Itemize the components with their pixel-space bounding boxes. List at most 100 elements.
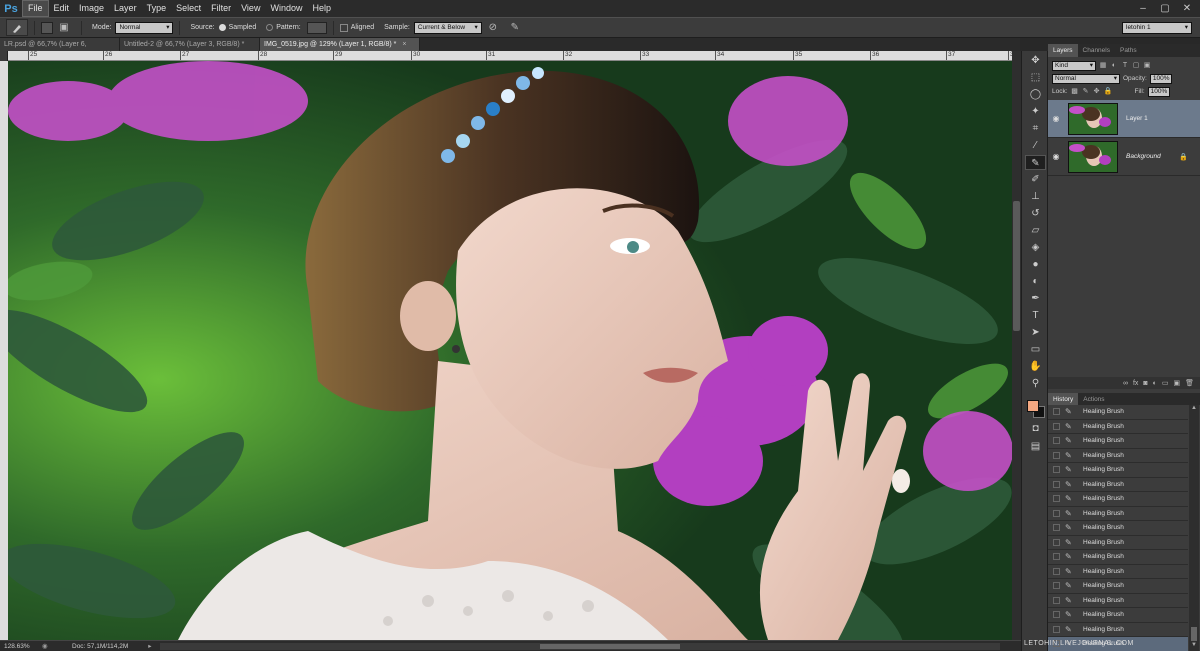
type-tool-icon[interactable]: T: [1025, 308, 1046, 323]
history-item[interactable]: ✎ Healing Brush: [1048, 463, 1188, 478]
history-item[interactable]: ✎ Healing Brush: [1048, 448, 1188, 463]
menu-type[interactable]: Type: [142, 0, 172, 17]
tab-lr-psd[interactable]: LR.psd @ 66,7% (Layer 6, RGB/8): [0, 38, 120, 61]
tab-layers[interactable]: Layers: [1048, 44, 1078, 57]
brush-size-picker[interactable]: [41, 21, 53, 34]
history-brush-source-checkbox[interactable]: [1053, 466, 1060, 474]
history-item[interactable]: ✎ Healing Brush: [1048, 564, 1188, 579]
filter-kind-select[interactable]: Kind ▾: [1052, 60, 1096, 71]
close-icon[interactable]: ×: [402, 38, 406, 51]
dodge-tool-icon[interactable]: ◐: [1025, 274, 1046, 289]
maximize-button[interactable]: ▢: [1158, 3, 1172, 15]
document-canvas[interactable]: [8, 61, 1012, 640]
visibility-eye-icon[interactable]: ◉: [1048, 114, 1064, 123]
history-brush-source-checkbox[interactable]: [1053, 437, 1060, 445]
foreground-color-swatch[interactable]: [1027, 400, 1039, 412]
paint-bucket-tool-icon[interactable]: ◈: [1025, 240, 1046, 255]
menu-select[interactable]: Select: [171, 0, 206, 17]
workspace-select[interactable]: letohin 1 ▾: [1122, 21, 1192, 34]
blur-tool-icon[interactable]: ●: [1025, 257, 1046, 272]
history-item[interactable]: ✎ Healing Brush: [1048, 579, 1188, 594]
canvas-vertical-scrollbar[interactable]: [1012, 51, 1021, 640]
close-button[interactable]: ✕: [1180, 3, 1194, 15]
history-brush-source-checkbox[interactable]: [1053, 582, 1060, 590]
zoom-level[interactable]: 128.63%: [4, 643, 42, 650]
tab-img-0519[interactable]: IMG_0519.jpg @ 129% (Layer 1, RGB/8) * ×: [260, 38, 420, 51]
eyedropper-tool-icon[interactable]: ⁄: [1025, 138, 1046, 153]
history-brush-source-checkbox[interactable]: [1053, 495, 1060, 503]
tab-untitled-2[interactable]: Untitled-2 @ 66,7% (Layer 3, RGB/8) *: [120, 38, 260, 51]
type-filter-icon[interactable]: T: [1121, 62, 1129, 70]
history-brush-tool-icon[interactable]: ↺: [1025, 206, 1046, 221]
layer-row-layer-1[interactable]: ◉ Layer 1: [1048, 100, 1200, 138]
sampled-radio[interactable]: [218, 24, 226, 31]
pressure-size-icon[interactable]: ✎: [508, 21, 522, 35]
quick-select-tool-icon[interactable]: ✦: [1025, 104, 1046, 119]
history-item[interactable]: ✎ Healing Brush: [1048, 492, 1188, 507]
lock-all-icon[interactable]: 🔒: [1104, 88, 1113, 96]
history-brush-source-checkbox[interactable]: [1053, 480, 1060, 488]
menu-window[interactable]: Window: [265, 0, 307, 17]
history-scrollbar[interactable]: ▲ ▼: [1189, 405, 1199, 651]
history-brush-source-checkbox[interactable]: [1053, 625, 1060, 633]
history-item[interactable]: ✎ Healing Brush: [1048, 521, 1188, 536]
blend-mode-select[interactable]: Normal ▾: [1052, 73, 1120, 84]
tab-channels[interactable]: Channels: [1078, 44, 1115, 57]
move-tool-icon[interactable]: ✥: [1025, 53, 1046, 68]
smart-object-filter-icon[interactable]: ▣: [1143, 62, 1151, 70]
tab-history[interactable]: History: [1048, 393, 1079, 405]
minimize-button[interactable]: –: [1136, 3, 1150, 15]
history-item[interactable]: ✎ Healing Brush: [1048, 608, 1188, 623]
history-item[interactable]: ✎ Healing Brush: [1048, 622, 1188, 637]
history-brush-source-checkbox[interactable]: [1053, 422, 1060, 430]
visibility-eye-icon[interactable]: ◉: [1048, 152, 1064, 161]
history-item[interactable]: ✎ Healing Brush: [1048, 405, 1188, 420]
history-brush-source-checkbox[interactable]: [1053, 451, 1060, 459]
scrollbar-thumb[interactable]: [1013, 201, 1020, 331]
screen-mode-icon[interactable]: ▤: [1025, 439, 1046, 454]
menu-file[interactable]: File: [22, 0, 49, 17]
history-brush-source-checkbox[interactable]: [1053, 509, 1060, 517]
brush-tool-icon[interactable]: ✐: [1025, 172, 1046, 187]
tool-preset-picker[interactable]: [6, 19, 28, 36]
history-brush-source-checkbox[interactable]: [1053, 524, 1060, 532]
trash-icon[interactable]: 🗑: [1185, 379, 1194, 387]
lock-image-icon[interactable]: ✎: [1082, 88, 1090, 96]
scroll-up-icon[interactable]: ▲: [1189, 405, 1199, 414]
canvas-horizontal-scrollbar[interactable]: [160, 643, 1000, 650]
layer-style-icon[interactable]: fx: [1133, 380, 1138, 387]
history-brush-source-checkbox[interactable]: [1053, 553, 1060, 561]
shape-tool-icon[interactable]: ▭: [1025, 342, 1046, 357]
clone-stamp-tool-icon[interactable]: ⊥: [1025, 189, 1046, 204]
lock-position-icon[interactable]: ✥: [1093, 88, 1101, 96]
history-brush-source-checkbox[interactable]: [1053, 567, 1060, 575]
status-menu-icon[interactable]: ◉: [42, 642, 52, 650]
add-mask-icon[interactable]: ◙: [1143, 380, 1147, 387]
tab-paths[interactable]: Paths: [1115, 44, 1142, 57]
new-group-icon[interactable]: ▭: [1162, 379, 1169, 387]
menu-layer[interactable]: Layer: [109, 0, 142, 17]
eraser-tool-icon[interactable]: ▱: [1025, 223, 1046, 238]
history-item[interactable]: ✎ Healing Brush: [1048, 535, 1188, 550]
menu-view[interactable]: View: [236, 0, 265, 17]
adjustment-filter-icon[interactable]: ◐: [1110, 62, 1118, 70]
shape-filter-icon[interactable]: ▢: [1132, 62, 1140, 70]
menu-help[interactable]: Help: [307, 0, 336, 17]
history-item[interactable]: ✎ Healing Brush: [1048, 550, 1188, 565]
history-item[interactable]: ✎ Healing Brush: [1048, 506, 1188, 521]
fill-input[interactable]: 100%: [1147, 86, 1170, 97]
path-select-tool-icon[interactable]: ➤: [1025, 325, 1046, 340]
hand-tool-icon[interactable]: ✋: [1025, 359, 1046, 374]
zoom-tool-icon[interactable]: ⚲: [1025, 376, 1046, 391]
menu-edit[interactable]: Edit: [49, 0, 75, 17]
status-arrow-icon[interactable]: ▸: [148, 642, 151, 650]
lock-transparent-icon[interactable]: ▩: [1071, 88, 1079, 96]
sample-select[interactable]: Current & Below ▾: [413, 21, 482, 34]
marquee-tool-icon[interactable]: ⬚: [1025, 70, 1046, 85]
pen-tool-icon[interactable]: ✒: [1025, 291, 1046, 306]
history-brush-source-checkbox[interactable]: [1053, 408, 1060, 416]
history-brush-source-checkbox[interactable]: [1053, 596, 1060, 604]
opacity-input[interactable]: 100%: [1149, 73, 1172, 84]
new-layer-icon[interactable]: ▣: [1173, 379, 1180, 387]
history-item[interactable]: ✎ Healing Brush: [1048, 434, 1188, 449]
